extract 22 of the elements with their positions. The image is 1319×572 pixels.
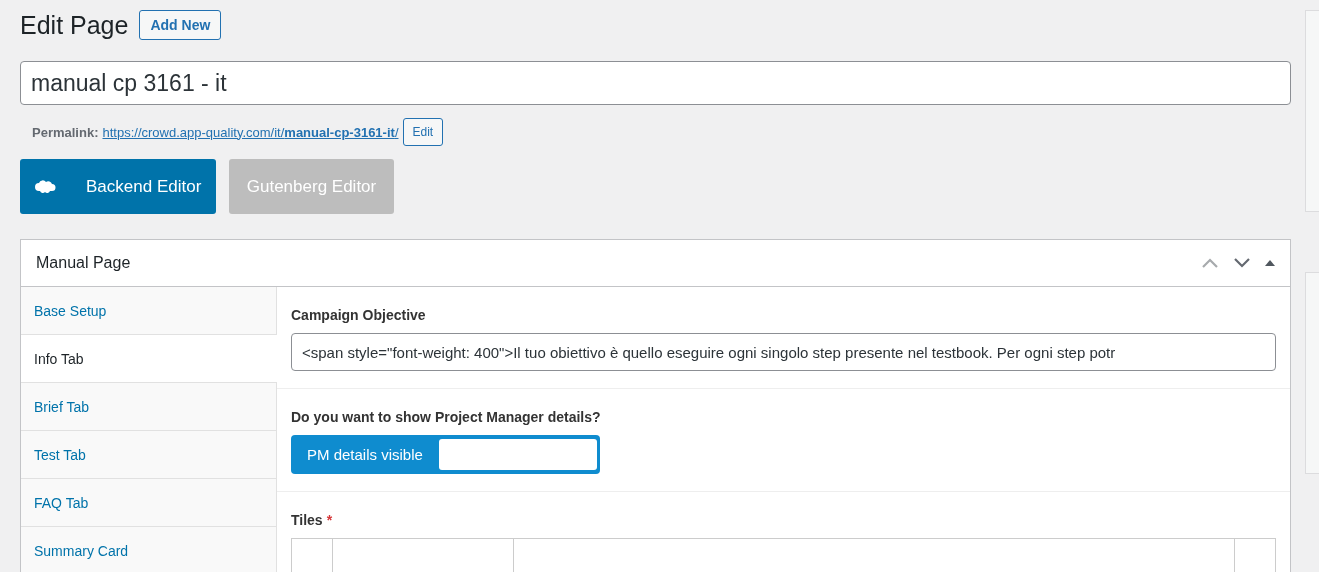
field-label: Do you want to show Project Manager details? [291, 409, 602, 425]
field-label: Campaign Objective [291, 307, 427, 323]
add-new-button[interactable]: Add New [139, 10, 222, 40]
sidebar-tab[interactable]: Summary Card [21, 527, 276, 572]
sidebar-tab[interactable]: Test Tab [21, 431, 276, 479]
field-label: Tiles * [291, 512, 334, 528]
sidebar-tab[interactable]: Brief Tab [21, 383, 276, 431]
toggle-switch[interactable]: PM details visible [291, 435, 600, 474]
metabox-title: Manual Page [36, 254, 131, 272]
collapse-toggle-icon[interactable] [1265, 259, 1275, 267]
permalink-link[interactable]: https://crowd.app-quality.com/it/manual-cp-3161-it/ [102, 124, 399, 140]
sidebar-tab[interactable]: Info Tab [21, 335, 277, 383]
move-down-icon[interactable] [1233, 258, 1251, 268]
page-title: Edit Page [20, 10, 129, 40]
required-asterisk: * [326, 512, 333, 528]
editor-switch-button[interactable]: Backend Editor [20, 159, 216, 214]
title-input-field[interactable]: manual cp 3161 - it [20, 61, 1291, 105]
permalink-label: Permalink: [32, 124, 99, 140]
text-input-field[interactable]: <span style="font-weight: 400">Il tuo obiettivo è quello eseguire ogni singolo step presente nel testbook. Per ogni step potr [291, 333, 1276, 371]
cloud-icon [34, 178, 56, 195]
sidebar-tab[interactable]: FAQ Tab [21, 479, 276, 527]
permalink-edit-button[interactable]: Edit [402, 118, 444, 146]
